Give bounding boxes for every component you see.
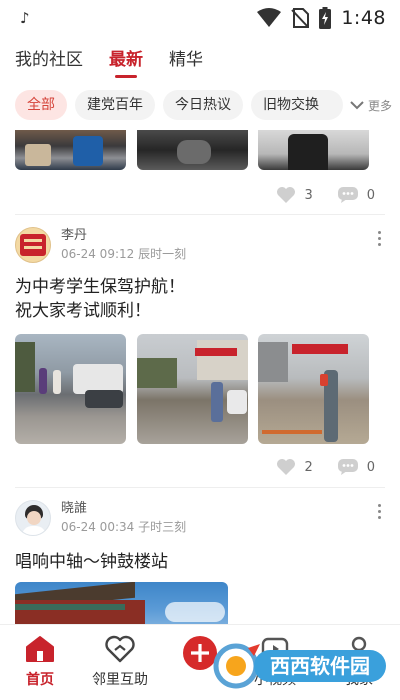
post2-text-line-2: 祝大家考试顺利！ [15,301,151,321]
post2-comment-count: 0 [366,459,375,475]
post2-period: 辰时一刻 [138,247,187,261]
category-chips: 全部 建党百年 今日热议 旧物交换 [0,88,400,122]
post3-header: 晓誰 06-24 00:34 子时三刻 [15,500,186,536]
post2-stats: 2 0 [276,458,375,476]
post3-text: 唱响中轴～钟鼓楼站 [15,552,168,572]
post3-author[interactable]: 晓誰 [61,500,186,518]
divider [15,487,385,488]
home-icon [26,636,54,662]
no-sim-icon [291,8,310,28]
wifi-icon [257,8,282,27]
heart-icon [277,459,296,475]
nav-neighbor-help[interactable]: 邻里互助 [85,635,155,689]
more-categories-button[interactable]: 更多 [342,88,400,122]
divider [15,214,385,215]
post3-date: 06-24 00:34 [61,520,135,534]
avatar[interactable] [15,500,51,536]
post2-header: 李丹 06-24 09:12 辰时一刻 [15,227,186,263]
post1-stats: 3 0 [276,186,375,204]
post2-image-3[interactable] [258,334,369,444]
chip-all[interactable]: 全部 [15,90,67,120]
post1-comment-count: 0 [366,187,375,203]
post-feed[interactable]: 3 0 李丹 06-24 09:12 辰时一刻 为中考学生保驾护航！ 祝大家考试… [0,130,400,624]
post1-image-2[interactable] [137,130,248,170]
avatar[interactable] [15,227,51,263]
heart-icon [277,187,296,203]
post2-comment[interactable]: 0 [337,458,375,476]
post3-time: 06-24 00:34 子时三刻 [61,518,186,536]
post2-more-button[interactable] [378,231,382,246]
chip-swap[interactable]: 旧物交换 [251,90,343,120]
post2-date: 06-24 09:12 [61,247,135,261]
post3-more-button[interactable] [378,504,382,519]
post1-like-count: 3 [304,187,313,203]
tiktok-notification-icon: ♪ [20,9,30,27]
post1-comment[interactable]: 0 [337,186,375,204]
watermark-logo: 西西软件园 [210,640,388,690]
post2-text-line-1: 为中考学生保驾护航！ [15,277,185,297]
nav-home-label: 首页 [26,672,54,688]
top-tabs: 我的社区 最新 精华 [0,46,400,82]
chip-hot-today[interactable]: 今日热议 [163,90,243,120]
tab-latest[interactable]: 最新 [109,46,143,82]
post1-image-3[interactable] [258,130,369,170]
battery-charging-icon [319,7,332,29]
tab-my-community[interactable]: 我的社区 [15,46,83,82]
watermark-text: 西西软件园 [270,654,370,678]
nav-home[interactable]: 首页 [5,635,75,689]
chevron-down-icon [350,101,364,110]
nav-neighbor-help-label: 邻里互助 [92,672,148,688]
post2-author[interactable]: 李丹 [61,227,186,245]
heart-hands-icon [105,635,135,663]
status-bar: ♪ 1:48 [0,0,400,36]
post2-like[interactable]: 2 [276,458,313,476]
tab-featured[interactable]: 精华 [169,46,203,82]
post3-image[interactable] [15,582,228,624]
post2-time: 06-24 09:12 辰时一刻 [61,245,186,263]
post2-text: 为中考学生保驾护航！ 祝大家考试顺利！ [15,275,185,323]
chip-party-centenary[interactable]: 建党百年 [75,90,155,120]
comment-icon [337,459,358,475]
post2-like-count: 2 [304,459,313,475]
more-label: 更多 [367,98,392,113]
post2-image-1[interactable] [15,334,126,444]
comment-icon [337,187,358,203]
post1-image-1[interactable] [15,130,126,170]
post1-like[interactable]: 3 [276,186,313,204]
post3-period: 子时三刻 [138,520,187,534]
status-time: 1:48 [341,7,386,29]
post2-image-2[interactable] [137,334,248,444]
